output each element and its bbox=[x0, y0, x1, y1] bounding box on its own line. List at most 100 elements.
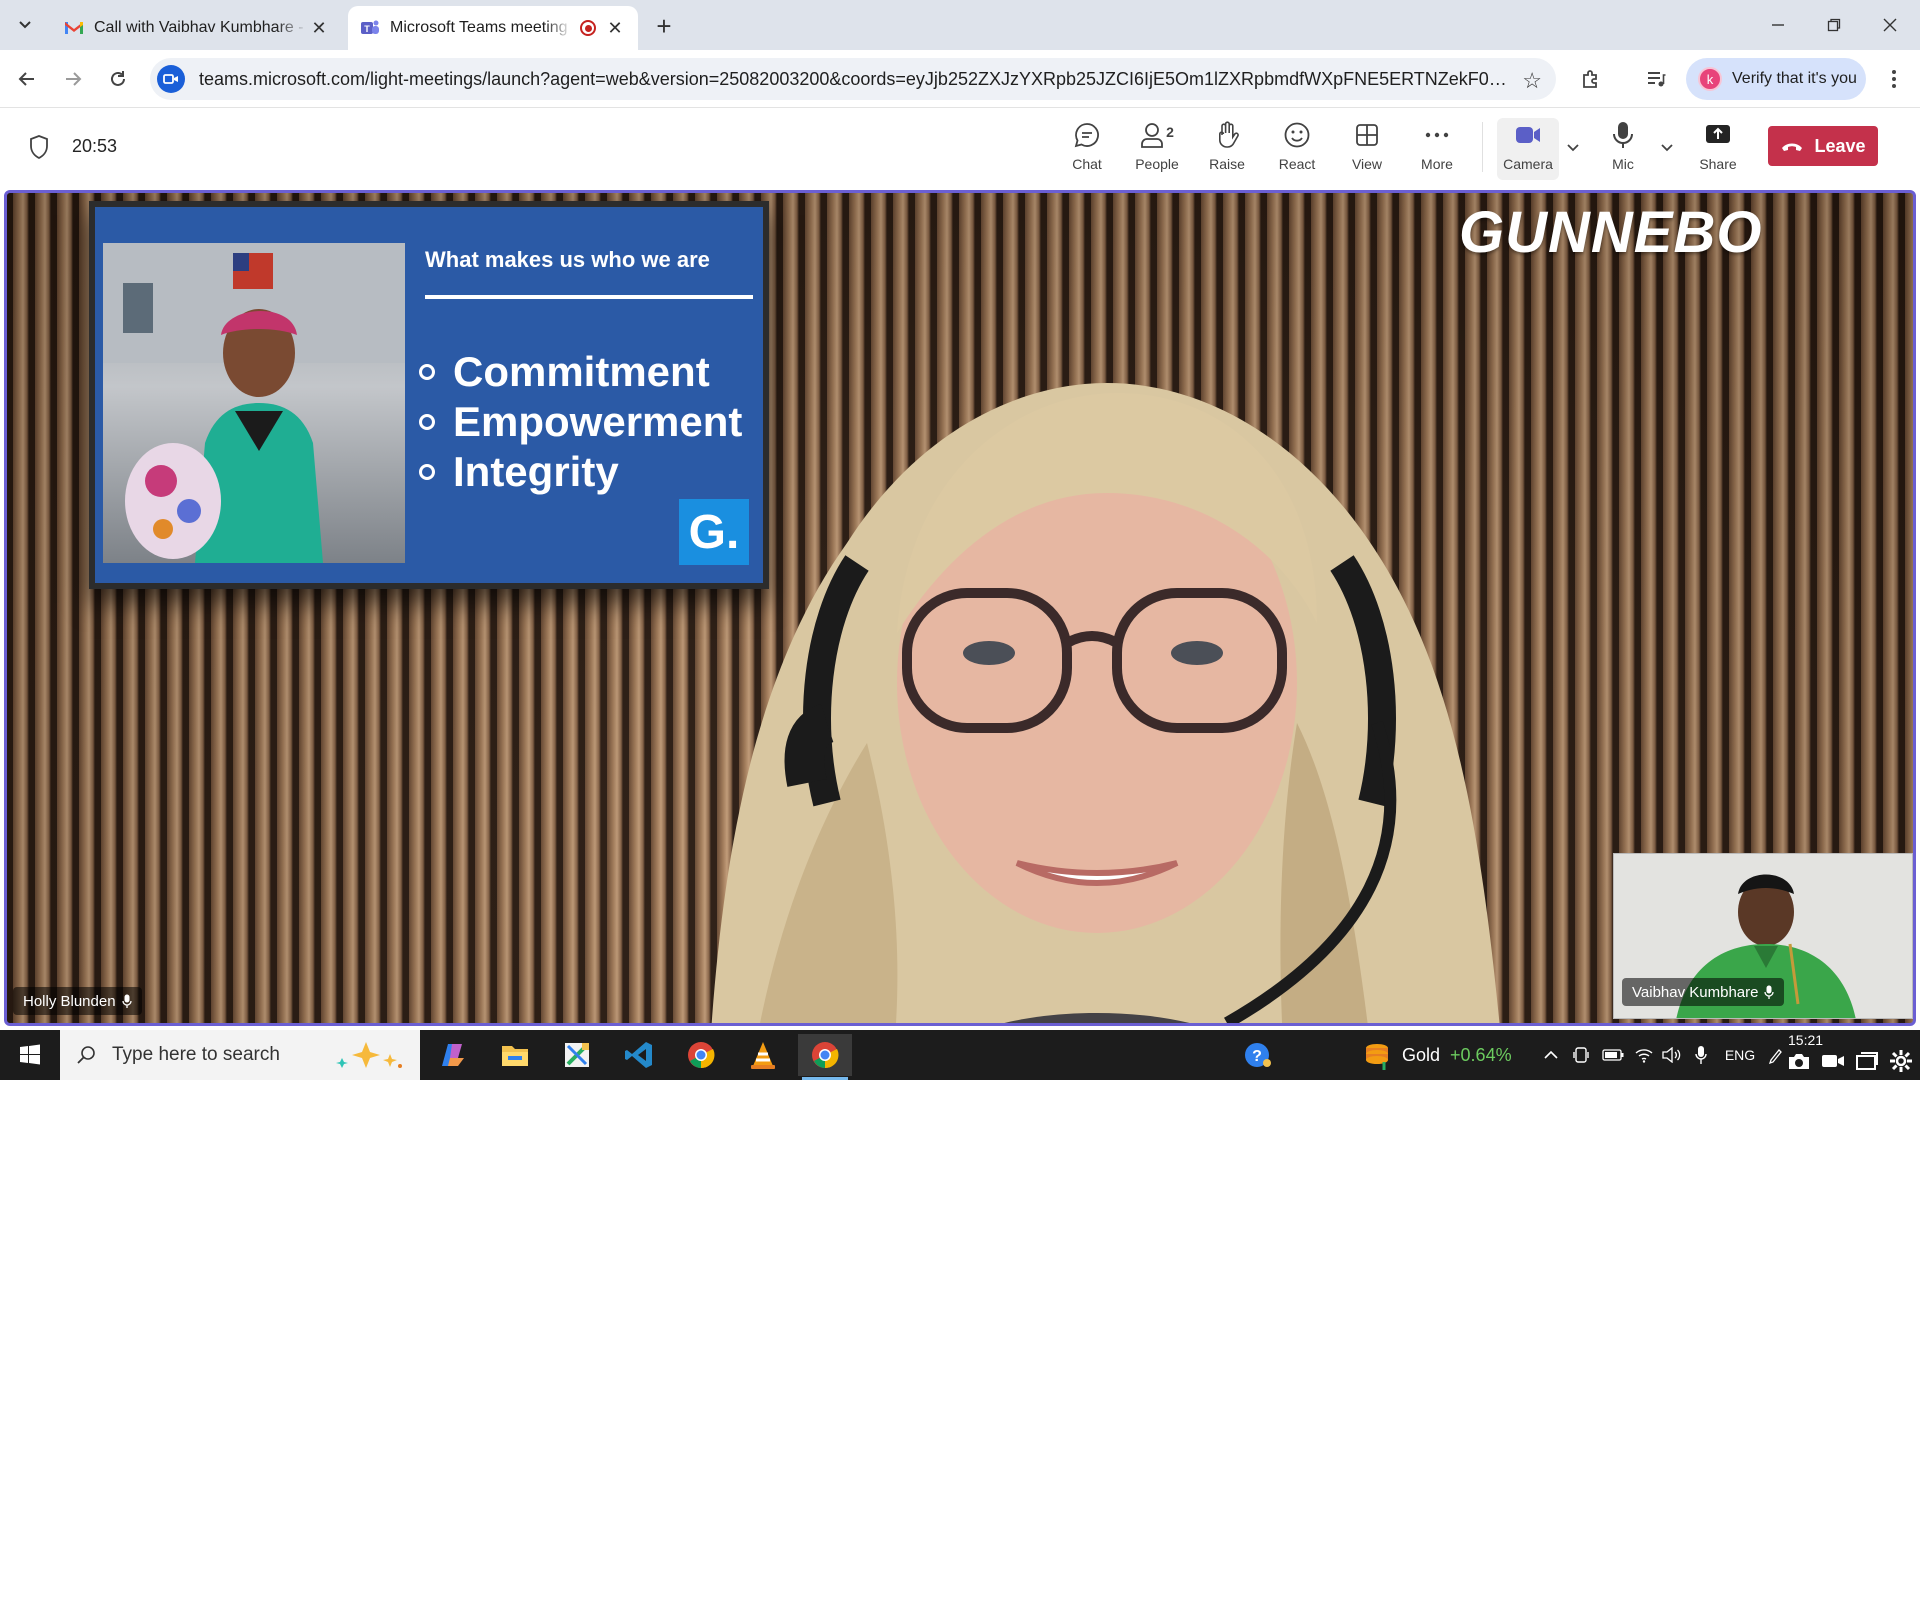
taskbar-search-box[interactable]: Type here to search bbox=[60, 1030, 420, 1080]
language-indicator: ENG bbox=[1724, 1047, 1756, 1063]
gmail-icon bbox=[65, 22, 83, 34]
playlist-icon bbox=[1648, 72, 1666, 87]
leave-button[interactable]: Leave bbox=[1768, 126, 1878, 166]
slide-item-text: Integrity bbox=[453, 448, 619, 495]
battery-button[interactable] bbox=[1598, 1030, 1628, 1080]
reload-button[interactable] bbox=[102, 63, 134, 95]
settings-tray-button[interactable] bbox=[1886, 1036, 1916, 1086]
share-button[interactable]: Share bbox=[1687, 118, 1749, 180]
svg-text:?: ? bbox=[1252, 1048, 1262, 1065]
new-tab-button[interactable]: + bbox=[650, 11, 678, 41]
restore-button[interactable] bbox=[1808, 8, 1860, 42]
hang-up-icon bbox=[1782, 143, 1803, 151]
input-language-button[interactable]: ENG bbox=[1718, 1030, 1762, 1080]
camera-button[interactable]: Camera bbox=[1497, 118, 1559, 180]
back-button[interactable] bbox=[11, 63, 43, 95]
main-video-stage[interactable]: What makes us who we are Commitment Empo… bbox=[4, 190, 1916, 1026]
hand-icon bbox=[1219, 121, 1239, 148]
person-icon bbox=[1141, 123, 1163, 148]
verify-identity-chip[interactable]: k Verify that it's you bbox=[1686, 58, 1866, 100]
more-horizontal-icon bbox=[1425, 132, 1449, 138]
react-label: React bbox=[1278, 156, 1316, 172]
taskbar-app-vlc[interactable] bbox=[736, 1034, 790, 1076]
weather-stock-widget[interactable]: Gold +0.64% bbox=[1362, 1030, 1512, 1080]
video-tray-button[interactable] bbox=[1818, 1036, 1848, 1086]
people-count: 2 bbox=[1166, 124, 1174, 140]
show-hidden-icons-button[interactable] bbox=[1538, 1030, 1564, 1080]
chevron-up-icon bbox=[1544, 1050, 1558, 1059]
mic-in-use-button[interactable] bbox=[1688, 1030, 1714, 1080]
mic-options-chevron-icon[interactable] bbox=[1658, 138, 1676, 156]
people-label: People bbox=[1135, 156, 1179, 172]
shield-icon[interactable] bbox=[28, 134, 50, 160]
chat-button[interactable]: Chat bbox=[1056, 118, 1118, 180]
more-vertical-icon bbox=[1892, 70, 1896, 88]
control-divider bbox=[1482, 122, 1483, 172]
sparkle-icon bbox=[336, 1042, 402, 1068]
folder-icon bbox=[502, 1046, 528, 1066]
chrome-icon bbox=[688, 1042, 715, 1069]
mic-label: Mic bbox=[1612, 156, 1634, 172]
bullet-icon bbox=[419, 464, 435, 480]
camera-tray-button[interactable] bbox=[1784, 1036, 1814, 1086]
slide-divider bbox=[425, 295, 753, 299]
close-tab-icon[interactable]: ✕ bbox=[308, 17, 330, 39]
leave-label: Leave bbox=[1814, 135, 1866, 156]
browser-toolbar: teams.microsoft.com/light-meetings/launc… bbox=[0, 50, 1920, 108]
tray-pen-icon[interactable] bbox=[1764, 1030, 1786, 1080]
svg-text:T: T bbox=[364, 24, 370, 34]
react-button[interactable]: React bbox=[1266, 118, 1328, 180]
gear-icon bbox=[1890, 1050, 1912, 1072]
taskbar-app-file-explorer[interactable] bbox=[488, 1034, 542, 1076]
grid-view-icon bbox=[1356, 124, 1378, 146]
bookmark-star-icon[interactable]: ☆ bbox=[1522, 68, 1542, 94]
video-camera-icon bbox=[1516, 127, 1540, 143]
taskbar-app-chrome[interactable] bbox=[674, 1034, 728, 1076]
address-bar[interactable]: teams.microsoft.com/light-meetings/launc… bbox=[150, 58, 1556, 100]
profile-avatar: k bbox=[1698, 67, 1722, 91]
self-participant-name: Vaibhav Kumbhare bbox=[1632, 983, 1759, 1001]
volume-button[interactable] bbox=[1658, 1030, 1686, 1080]
windows-taskbar: Type here to search ? Gold +0.64% ENG 15… bbox=[0, 1030, 1920, 1080]
start-button[interactable] bbox=[0, 1030, 60, 1080]
tab-meet-call[interactable]: Call with Vaibhav Kumbhare - Meet ✕ bbox=[52, 6, 342, 50]
raise-hand-button[interactable]: Raise bbox=[1196, 118, 1258, 180]
taskbar-app-copilot[interactable] bbox=[426, 1034, 480, 1076]
network-button[interactable] bbox=[1630, 1030, 1658, 1080]
taskbar-app-tool[interactable] bbox=[550, 1034, 604, 1076]
chrome-icon bbox=[812, 1042, 839, 1069]
video-camera-icon bbox=[1822, 1055, 1844, 1067]
app-tool-icon bbox=[565, 1043, 589, 1067]
recording-icon bbox=[580, 20, 596, 36]
browser-menu-button[interactable] bbox=[1878, 63, 1910, 95]
view-button[interactable]: View bbox=[1336, 118, 1398, 180]
media-controls-button[interactable] bbox=[1640, 63, 1672, 95]
close-window-button[interactable] bbox=[1864, 8, 1916, 42]
people-button[interactable]: 2 People bbox=[1126, 118, 1188, 180]
forward-button[interactable] bbox=[57, 63, 89, 95]
help-tray-button[interactable]: ? bbox=[1240, 1030, 1276, 1080]
close-tab-icon[interactable]: ✕ bbox=[604, 17, 626, 39]
teams-icon: T bbox=[361, 20, 379, 34]
taskbar-app-vscode[interactable] bbox=[612, 1034, 666, 1076]
extensions-button[interactable] bbox=[1575, 63, 1607, 95]
tray-device-icon[interactable] bbox=[1568, 1030, 1594, 1080]
slide-heading: What makes us who we are bbox=[425, 247, 710, 272]
video-call-site-icon[interactable] bbox=[157, 65, 185, 93]
tab-teams-meeting[interactable]: T Microsoft Teams meeting | Microsoft Te… bbox=[348, 6, 638, 50]
minimize-button[interactable] bbox=[1752, 8, 1804, 42]
share-screen-icon bbox=[1706, 125, 1730, 143]
more-button[interactable]: More bbox=[1406, 118, 1468, 180]
view-label: View bbox=[1351, 156, 1383, 172]
camera-options-chevron-icon[interactable] bbox=[1564, 138, 1582, 156]
taskbar-app-chrome-active[interactable] bbox=[798, 1034, 852, 1080]
tab-search-button[interactable] bbox=[10, 10, 40, 40]
window-tray-button[interactable] bbox=[1852, 1036, 1882, 1086]
copilot-icon bbox=[442, 1044, 464, 1066]
mic-button[interactable]: Mic bbox=[1592, 118, 1654, 180]
verify-label: Verify that it's you bbox=[1732, 70, 1857, 87]
chevron-down-icon bbox=[19, 21, 31, 29]
url-text[interactable]: teams.microsoft.com/light-meetings/launc… bbox=[199, 69, 1509, 90]
close-icon bbox=[1883, 18, 1897, 32]
self-view-video[interactable]: Vaibhav Kumbhare bbox=[1613, 853, 1913, 1019]
